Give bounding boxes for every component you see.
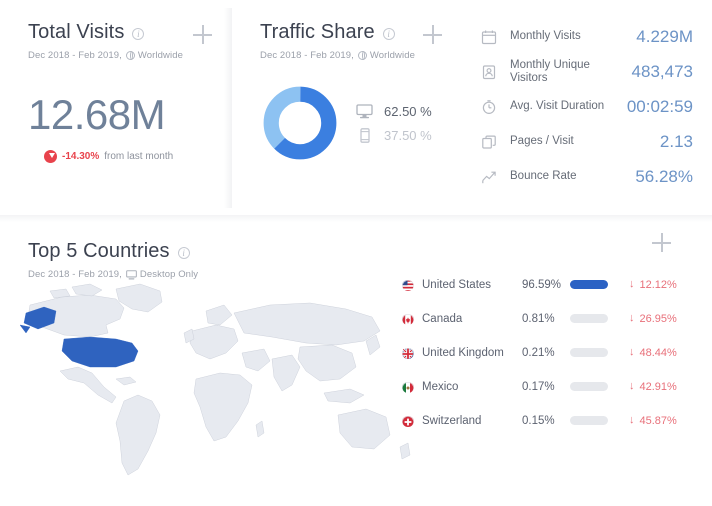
stat-value: 483,473 bbox=[631, 61, 693, 81]
info-icon[interactable]: i bbox=[177, 246, 190, 259]
country-name: United Kingdom bbox=[422, 346, 504, 359]
stat-row-bounce-rate: Bounce Rate 56.28% bbox=[478, 159, 712, 194]
subtitle-date: Dec 2018 - Feb 2019, bbox=[260, 50, 354, 61]
add-widget-total-visits-button[interactable] bbox=[193, 25, 213, 45]
globe-icon bbox=[357, 51, 367, 60]
delta-note: from last month bbox=[104, 151, 174, 162]
country-share: 0.81% bbox=[522, 312, 555, 325]
subtitle-scope: Worldwide bbox=[369, 50, 415, 61]
stat-value: 00:02:59 bbox=[626, 96, 693, 116]
country-share-bar bbox=[570, 382, 608, 391]
flag-united-kingdom-icon bbox=[402, 347, 414, 359]
country-name: Canada bbox=[422, 312, 463, 325]
total-visits-value: 12.68M bbox=[28, 91, 166, 138]
stat-value: 56.28% bbox=[635, 166, 693, 186]
country-share: 0.17% bbox=[522, 380, 555, 393]
country-change: ↓ 42.91% bbox=[629, 381, 677, 393]
traffic-share-chart-area: 62.50 % 37.50 % bbox=[232, 85, 464, 161]
globe-icon bbox=[125, 51, 135, 60]
country-name: United States bbox=[422, 278, 492, 291]
table-row[interactable]: Canada 0.81% ↓ 26.95% bbox=[402, 307, 692, 330]
country-share-bar bbox=[570, 416, 608, 425]
subtitle-scope: Worldwide bbox=[137, 50, 183, 61]
traffic-share-subtitle: Dec 2018 - Feb 2019, Worldwide bbox=[232, 50, 464, 61]
table-row[interactable]: United States 96.59% ↓ 12.12% bbox=[402, 273, 692, 296]
country-name: Switzerland bbox=[422, 414, 482, 427]
country-change: ↓ 45.87% bbox=[629, 415, 677, 427]
table-row[interactable]: Switzerland 0.15% ↓ 45.87% bbox=[402, 409, 692, 432]
world-map[interactable] bbox=[19, 275, 420, 490]
table-row[interactable]: United Kingdom 0.21% ↓ 48.44% bbox=[402, 341, 692, 364]
country-change-value: 12.12% bbox=[639, 278, 677, 291]
stat-row-monthly-unique-visitors: Monthly Unique Visitors 483,473 bbox=[478, 54, 712, 89]
add-widget-traffic-share-button[interactable] bbox=[423, 25, 443, 45]
arrow-down-icon: ↓ bbox=[629, 414, 635, 426]
countries-list: United States 96.59% ↓ 12.12% Canada 0.8… bbox=[402, 273, 692, 443]
card-top-countries: Top 5 Countries i Dec 2018 - Feb 2019, D… bbox=[0, 215, 712, 506]
top-metrics-row: Total Visits i Dec 2018 - Feb 2019, Worl… bbox=[0, 0, 712, 215]
total-visits-delta: -14.30% from last month bbox=[0, 150, 232, 163]
flag-switzerland-icon bbox=[402, 415, 414, 427]
country-change: ↓ 26.95% bbox=[629, 313, 677, 325]
stat-row-pages-per-visit: Pages / Visit 2.13 bbox=[478, 124, 712, 159]
stat-label: Bounce Rate bbox=[510, 170, 577, 182]
info-icon[interactable]: i bbox=[382, 27, 395, 40]
country-name: Mexico bbox=[422, 380, 459, 393]
clock-icon bbox=[478, 99, 500, 115]
arrow-down-icon bbox=[44, 150, 57, 163]
country-change-value: 26.95% bbox=[639, 312, 677, 325]
country-change-value: 42.91% bbox=[639, 380, 677, 393]
dashboard-page: Total Visits i Dec 2018 - Feb 2019, Worl… bbox=[0, 0, 712, 506]
total-visits-subtitle: Dec 2018 - Feb 2019, Worldwide bbox=[0, 50, 232, 61]
desktop-share-value: 62.50 % bbox=[384, 103, 432, 119]
subtitle-date: Dec 2018 - Feb 2019, bbox=[28, 50, 122, 61]
arrow-down-icon: ↓ bbox=[629, 278, 635, 290]
flag-mexico-icon bbox=[402, 381, 414, 393]
table-row[interactable]: Mexico 0.17% ↓ 42.91% bbox=[402, 375, 692, 398]
stat-row-monthly-visits: Monthly Visits 4.229M bbox=[478, 19, 712, 54]
stat-label: Avg. Visit Duration bbox=[510, 100, 605, 112]
desktop-icon bbox=[356, 103, 373, 118]
country-change-value: 48.44% bbox=[639, 346, 677, 359]
country-share: 96.59% bbox=[522, 278, 562, 291]
flag-united-states-icon bbox=[402, 279, 414, 291]
country-share-bar bbox=[570, 348, 608, 357]
page-title-traffic-share: Traffic Share bbox=[260, 21, 375, 43]
country-change-value: 45.87% bbox=[639, 414, 677, 427]
country-change: ↓ 48.44% bbox=[629, 347, 677, 359]
pages-icon bbox=[478, 134, 500, 150]
flag-canada-icon bbox=[402, 313, 414, 325]
stat-value: 2.13 bbox=[659, 131, 693, 151]
stat-value: 4.229M bbox=[636, 26, 693, 46]
id-card-icon bbox=[478, 64, 500, 80]
traffic-share-legend: 62.50 % 37.50 % bbox=[356, 99, 432, 147]
card-key-stats: Monthly Visits 4.229M Monthly Unique Vis… bbox=[464, 0, 712, 215]
legend-item-desktop: 62.50 % bbox=[356, 99, 432, 123]
arrow-down-icon: ↓ bbox=[629, 346, 635, 358]
legend-item-mobile: 37.50 % bbox=[356, 123, 432, 147]
country-share-bar bbox=[570, 280, 608, 289]
arrow-down-icon: ↓ bbox=[629, 380, 635, 392]
stats-list: Monthly Visits 4.229M Monthly Unique Vis… bbox=[464, 0, 712, 194]
delta-value: -14.30% bbox=[62, 151, 100, 162]
trend-up-icon bbox=[478, 169, 500, 185]
page-title-top-countries: Top 5 Countries bbox=[28, 240, 170, 262]
country-share: 0.15% bbox=[522, 414, 555, 427]
country-share-bar bbox=[570, 314, 608, 323]
mobile-icon bbox=[360, 127, 370, 143]
arrow-down-icon: ↓ bbox=[629, 312, 635, 324]
page-title-total-visits: Total Visits bbox=[28, 21, 125, 43]
countries-header: Top 5 Countries i bbox=[0, 231, 712, 261]
country-change: ↓ 12.12% bbox=[629, 279, 677, 291]
stat-label: Monthly Unique Visitors bbox=[510, 58, 590, 84]
donut-chart bbox=[263, 86, 337, 160]
stat-label: Pages / Visit bbox=[510, 135, 574, 147]
country-share: 0.21% bbox=[522, 346, 555, 359]
stat-row-avg-visit-duration: Avg. Visit Duration 00:02:59 bbox=[478, 89, 712, 124]
stat-label: Monthly Visits bbox=[510, 30, 581, 42]
info-icon[interactable]: i bbox=[132, 27, 145, 40]
mobile-share-value: 37.50 % bbox=[384, 127, 432, 143]
calendar-icon bbox=[478, 29, 500, 45]
